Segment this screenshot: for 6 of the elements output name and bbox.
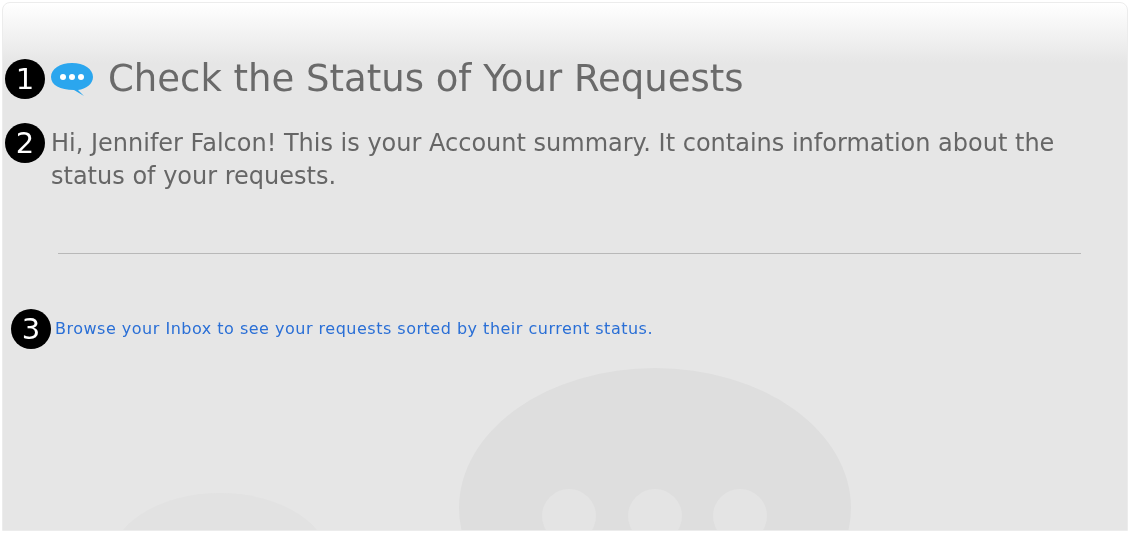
summary-text: Hi, Jennifer Falcon! This is your Account summary. It contains information about the status of your requests. xyxy=(51,128,1056,192)
step-marker: 1 xyxy=(5,59,45,99)
page-title: Check the Status of Your Requests xyxy=(108,57,744,101)
step-marker: 3 xyxy=(11,309,51,349)
step-marker: 2 xyxy=(5,123,45,163)
inbox-link[interactable]: Browse your Inbox to see your requests sorted by their current status. xyxy=(55,319,654,339)
